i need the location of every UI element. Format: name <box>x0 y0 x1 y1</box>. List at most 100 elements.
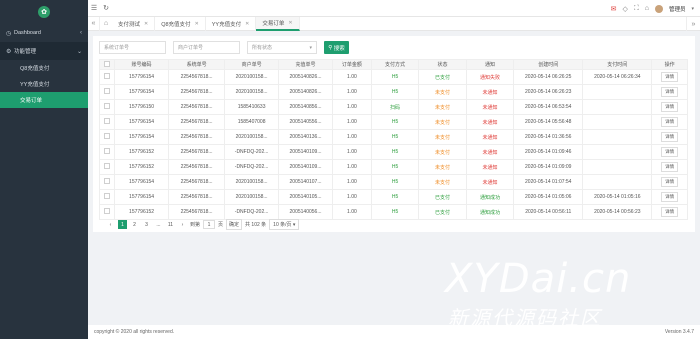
detail-button[interactable]: 详情 <box>661 147 679 157</box>
page-input[interactable]: 1 <box>203 220 216 229</box>
page-number[interactable]: 1 <box>118 220 127 229</box>
row-select[interactable] <box>98 84 116 100</box>
detail-button[interactable]: 详情 <box>661 87 679 97</box>
home-icon[interactable]: ⌂ <box>100 20 112 27</box>
search-button[interactable]: ⚲ 搜索 <box>324 41 349 54</box>
tab-orders[interactable]: 交易订单 ✕ <box>256 16 300 31</box>
close-icon[interactable]: ✕ <box>144 21 148 27</box>
system-order-input[interactable]: 系统订单号 <box>99 41 166 54</box>
checkbox[interactable] <box>104 133 111 139</box>
close-icon[interactable]: ✕ <box>195 21 199 27</box>
checkbox[interactable] <box>104 73 111 79</box>
detail-button[interactable]: 详情 <box>661 177 679 187</box>
table-cell: 2254567818... <box>168 99 226 115</box>
detail-button[interactable]: 详情 <box>661 102 679 112</box>
chevron-down-icon[interactable]: ▾ <box>691 6 694 12</box>
row-select[interactable] <box>98 159 116 175</box>
detail-button[interactable]: 详情 <box>661 192 679 202</box>
row-select[interactable] <box>98 99 116 115</box>
fullscreen-icon[interactable]: ⛶ <box>634 5 639 13</box>
avatar[interactable] <box>654 4 663 13</box>
total-count: 共 102 条 <box>245 222 267 228</box>
table-cell: 2020-05-14 06:26:34 <box>582 69 653 85</box>
table-cell: 2020100158... <box>224 189 280 205</box>
table-cell: 未支付 <box>418 129 467 145</box>
table-header-cell: 支付方式 <box>370 59 420 70</box>
table-cell: 2254567818... <box>168 144 226 160</box>
detail-button[interactable]: 详情 <box>661 162 679 172</box>
sidebar-subitem-label: YY充值支付 <box>20 82 50 88</box>
table-cell: 157796150 <box>114 99 170 115</box>
row-select[interactable] <box>98 174 116 190</box>
page-number[interactable]: 11 <box>166 220 175 229</box>
tab-pay-test[interactable]: 支付测试 ✕ <box>112 16 156 31</box>
tab-q8-pay[interactable]: Q8充值支付 ✕ <box>155 16 206 31</box>
table-cell: 2005140856... <box>278 99 333 115</box>
row-select[interactable] <box>98 204 116 220</box>
sidebar-subitem-orders[interactable]: 交易订单 <box>0 92 88 108</box>
table-cell: 未支付 <box>418 174 467 190</box>
prev-page-icon[interactable]: ‹ <box>106 220 115 229</box>
sidebar-item-function-manage[interactable]: ⚙ 功能管理 ⌄ <box>0 42 88 60</box>
checkbox[interactable] <box>104 208 111 214</box>
per-page-select[interactable]: 10 条/页 ▾ <box>269 219 300 230</box>
search-label: 搜索 <box>333 45 345 52</box>
filter-bar: 系统订单号 商户订单号 所有状态 ▾ ⚲ 搜索 <box>99 41 349 54</box>
table-cell: 通知成功 <box>465 189 515 205</box>
tab-scroll-left-icon[interactable]: « <box>88 16 100 31</box>
status-select[interactable]: 所有状态 ▾ <box>247 41 317 54</box>
checkbox[interactable] <box>104 148 111 154</box>
table-cell: 2005140109... <box>278 144 333 160</box>
table-cell: 2254567818... <box>168 159 226 175</box>
tab-yy-pay[interactable]: YY充值支付 ✕ <box>206 16 257 31</box>
page-number[interactable]: 2 <box>130 220 139 229</box>
row-select[interactable] <box>98 69 116 85</box>
table-cell: 未通知 <box>465 129 515 145</box>
checkbox[interactable] <box>104 163 111 169</box>
table-cell: 未通知 <box>465 114 515 130</box>
confirm-button[interactable]: 确定 <box>226 219 243 230</box>
table-cell: 2020-05-14 01:05:06 <box>513 189 584 205</box>
row-actions: 详情 <box>651 84 688 100</box>
next-page-icon[interactable]: › <box>178 220 187 229</box>
table-cell: 已支付 <box>418 69 467 85</box>
checkbox[interactable] <box>104 193 111 199</box>
row-select[interactable] <box>98 129 116 145</box>
table-cell: 已支付 <box>418 189 467 205</box>
table-row: 157796150 2254567818... 1585410633 20051408… <box>98 99 688 115</box>
status-select-value: 所有状态 <box>252 45 273 51</box>
detail-button[interactable]: 详情 <box>661 72 679 82</box>
user-name[interactable]: 管理员 <box>669 5 686 13</box>
tag-icon[interactable]: ◇ <box>622 5 627 13</box>
checkbox[interactable] <box>104 88 111 94</box>
lock-icon[interactable]: ⌂ <box>645 5 649 12</box>
row-select[interactable] <box>98 189 116 205</box>
header-select-all[interactable] <box>98 59 116 70</box>
detail-button[interactable]: 详情 <box>661 117 679 127</box>
sidebar-item-dashboard[interactable]: ◷ Dashboard ‹ <box>0 24 88 42</box>
row-select[interactable] <box>98 114 116 130</box>
notification-icon[interactable]: ✉ <box>611 5 617 13</box>
leaf-icon: ✿ <box>38 6 50 18</box>
tab-scroll-right-icon[interactable]: » <box>686 17 700 31</box>
table-cell: 2254567818... <box>168 129 226 145</box>
sidebar-subitem-q8-pay[interactable]: Q8充值支付 <box>0 60 88 76</box>
merchant-order-input[interactable]: 商户订单号 <box>173 41 240 54</box>
detail-button[interactable]: 详情 <box>661 207 679 217</box>
page-number[interactable]: 3 <box>142 220 151 229</box>
checkbox[interactable] <box>104 178 111 184</box>
table-cell: 157796154 <box>114 129 170 145</box>
sidebar-subitem-yy-pay[interactable]: YY充值支付 <box>0 76 88 92</box>
table-cell: 2005140107... <box>278 174 333 190</box>
close-icon[interactable]: ✕ <box>288 20 292 26</box>
table-cell: 1.00 <box>332 144 372 160</box>
menu-toggle-icon[interactable]: ☰ <box>88 4 100 12</box>
checkbox[interactable] <box>104 118 111 124</box>
row-select[interactable] <box>98 144 116 160</box>
checkbox[interactable] <box>104 60 111 67</box>
detail-button[interactable]: 详情 <box>661 132 679 142</box>
table-cell: 1.00 <box>332 129 372 145</box>
refresh-icon[interactable]: ↻ <box>100 4 112 12</box>
checkbox[interactable] <box>104 103 111 109</box>
close-icon[interactable]: ✕ <box>245 21 249 27</box>
